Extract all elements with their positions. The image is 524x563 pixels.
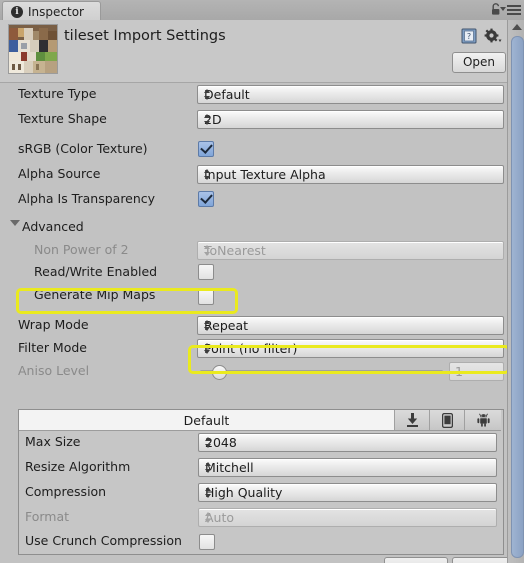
help-book-icon[interactable]: ? (461, 28, 478, 44)
platform-settings-box: Default Max Size 2048 Resize Algorithm M… (18, 409, 504, 555)
wrap-mode-dropdown[interactable]: Repeat (197, 316, 504, 335)
alpha-source-value: Input Texture Alpha (204, 167, 326, 182)
aniso-level-label: Aniso Level (18, 363, 90, 378)
svg-text:?: ? (467, 32, 471, 41)
chevron-updown-icon (204, 245, 211, 256)
row-non-power-of-2: Non Power of 2 ToNearest (0, 239, 508, 261)
filter-mode-value: Point (no filter) (204, 341, 298, 356)
settings-body: Texture Type Default Texture Shape 2D sR… (0, 83, 508, 384)
row-read-write-enabled: Read/Write Enabled (0, 261, 508, 284)
srgb-label: sRGB (Color Texture) (18, 141, 148, 156)
filter-mode-label: Filter Mode (18, 340, 87, 355)
chevron-updown-icon (204, 320, 211, 331)
chevron-updown-icon (205, 437, 212, 448)
row-texture-shape: Texture Shape 2D (0, 108, 508, 138)
format-label: Format (25, 509, 70, 524)
non-power-of-2-value: ToNearest (204, 243, 266, 258)
chevron-updown-icon (205, 462, 212, 473)
ios-phone-icon (442, 412, 453, 428)
platform-tab-default[interactable]: Default (19, 410, 394, 430)
generate-mip-maps-checkbox[interactable] (198, 289, 214, 305)
chevron-updown-icon (204, 114, 211, 125)
non-power-of-2-dropdown: ToNearest (197, 241, 504, 260)
standalone-download-icon (407, 413, 418, 427)
chevron-updown-icon (205, 487, 212, 498)
tileset-preview-thumbnail (8, 24, 58, 74)
platform-tab-default-label: Default (183, 412, 230, 428)
texture-shape-label: Texture Shape (18, 111, 107, 126)
row-aniso-level: Aniso Level 1 (0, 360, 508, 384)
hamburger-menu-icon[interactable] (507, 5, 521, 15)
tab-inspector[interactable]: i Inspector (2, 1, 101, 21)
platform-tab-standalone[interactable] (394, 410, 430, 430)
tab-inspector-label: Inspector (28, 4, 84, 19)
row-max-size: Max Size 2048 (19, 431, 501, 456)
row-srgb: sRGB (Color Texture) (0, 138, 508, 163)
advanced-foldout-header[interactable]: Advanced (0, 216, 508, 239)
row-wrap-mode: Wrap Mode Repeat (0, 314, 508, 337)
chevron-updown-icon (204, 343, 211, 354)
compression-value: High Quality (205, 485, 283, 500)
aniso-level-value: 1 (455, 364, 463, 379)
texture-shape-dropdown[interactable]: 2D (197, 110, 504, 129)
use-crunch-compression-checkbox[interactable] (199, 534, 215, 550)
row-filter-mode: Filter Mode Point (no filter) (0, 337, 508, 360)
settings-gear-icon[interactable] (484, 28, 502, 44)
filter-mode-dropdown[interactable]: Point (no filter) (197, 339, 504, 358)
alpha-source-label: Alpha Source (18, 166, 101, 181)
platform-tab-android[interactable] (464, 410, 501, 430)
row-resize-algorithm: Resize Algorithm Mitchell (19, 456, 501, 481)
tab-menu-caret-icon[interactable] (500, 7, 506, 11)
scrollbar-thumb[interactable] (511, 36, 524, 558)
read-write-enabled-label: Read/Write Enabled (34, 264, 158, 279)
row-alpha-is-transparency: Alpha Is Transparency (0, 188, 508, 216)
scroll-up-arrow-icon[interactable] (512, 24, 522, 30)
asset-title: tileset Import Settings (64, 28, 226, 44)
open-button[interactable]: Open (451, 52, 506, 73)
alpha-is-transparency-checkbox[interactable] (198, 191, 214, 207)
row-generate-mip-maps: Generate Mip Maps (0, 284, 508, 314)
alpha-source-dropdown[interactable]: Input Texture Alpha (197, 165, 504, 184)
row-use-crunch-compression: Use Crunch Compression (19, 530, 501, 554)
row-format: Format Auto (19, 506, 501, 530)
use-crunch-compression-label: Use Crunch Compression (25, 533, 182, 548)
alpha-is-transparency-label: Alpha Is Transparency (18, 191, 156, 206)
android-robot-icon (476, 413, 490, 427)
read-write-enabled-checkbox[interactable] (198, 264, 214, 280)
window-tabbar: i Inspector (0, 0, 524, 21)
format-dropdown: Auto (198, 508, 497, 527)
chevron-updown-icon (205, 512, 212, 523)
resize-algorithm-label: Resize Algorithm (25, 459, 131, 474)
non-power-of-2-label: Non Power of 2 (34, 242, 129, 257)
aniso-level-field[interactable]: 1 (449, 362, 504, 381)
resize-algorithm-dropdown[interactable]: Mitchell (198, 458, 497, 477)
revert-button[interactable] (384, 557, 448, 563)
info-circle-icon: i (11, 5, 23, 18)
asset-header: tileset Import Settings ? Open (0, 20, 524, 83)
compression-label: Compression (25, 484, 107, 499)
vertical-scrollbar[interactable] (507, 20, 524, 563)
texture-type-label: Texture Type (18, 86, 97, 101)
platform-tabbar: Default (19, 410, 501, 431)
chevron-updown-icon (204, 89, 211, 100)
texture-type-dropdown[interactable]: Default (197, 85, 504, 104)
resize-algorithm-value: Mitchell (205, 460, 254, 475)
inspector-window: i Inspector tileset Import Settings ? Op… (0, 0, 524, 563)
max-size-dropdown[interactable]: 2048 (198, 433, 497, 452)
compression-dropdown[interactable]: High Quality (198, 483, 497, 502)
row-alpha-source: Alpha Source Input Texture Alpha (0, 163, 508, 188)
platform-settings-rows: Max Size 2048 Resize Algorithm Mitchell … (19, 431, 501, 554)
triangle-down-icon[interactable] (10, 220, 20, 226)
generate-mip-maps-label: Generate Mip Maps (34, 287, 156, 302)
advanced-label: Advanced (22, 219, 84, 234)
aniso-level-slider-handle[interactable] (212, 365, 227, 380)
aniso-level-slider-track[interactable] (200, 370, 443, 373)
chevron-updown-icon (204, 169, 211, 180)
srgb-checkbox[interactable] (198, 141, 214, 157)
max-size-label: Max Size (25, 434, 81, 449)
platform-tab-ios[interactable] (429, 410, 465, 430)
wrap-mode-label: Wrap Mode (18, 317, 89, 332)
row-compression: Compression High Quality (19, 481, 501, 506)
row-texture-type: Texture Type Default (0, 83, 508, 108)
